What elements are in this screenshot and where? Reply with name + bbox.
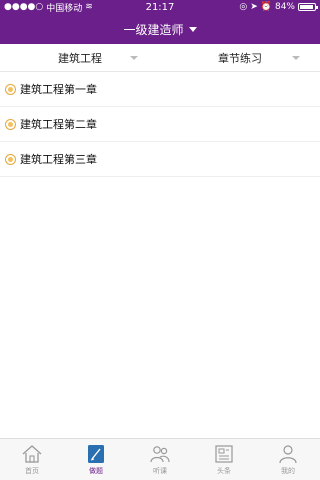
- tab-exercise-label: 做题: [89, 467, 103, 475]
- status-left: ●●●●○ 中国移动 ≋: [4, 1, 93, 14]
- chapter-item-2[interactable]: 建筑工程第二章: [0, 107, 320, 142]
- chapter-label: 建筑工程第一章: [20, 83, 97, 96]
- location-icon: ➤: [250, 2, 258, 12]
- tab-news[interactable]: 头条: [192, 439, 256, 480]
- mode-filter-caret-icon: [292, 56, 300, 60]
- filter-bar: 建筑工程 章节练习: [0, 44, 320, 72]
- exam-selector[interactable]: 一级建造师: [123, 21, 197, 38]
- mode-filter-label: 章节练习: [218, 51, 262, 65]
- chapter-bullet-icon: [5, 118, 16, 130]
- exercise-icon: [88, 445, 104, 463]
- chapter-bullet-icon: [5, 83, 16, 95]
- tab-bar: 首页 做题 听课 头条 我的: [0, 438, 320, 480]
- tab-lecture-label: 听课: [153, 467, 167, 475]
- wifi-icon: ≋: [85, 2, 93, 12]
- nav-title: 一级建造师: [123, 22, 184, 37]
- tab-profile[interactable]: 我的: [256, 439, 320, 480]
- tab-news-label: 头条: [217, 467, 231, 475]
- home-icon: [22, 445, 42, 463]
- news-icon: [215, 445, 233, 463]
- chapter-item-3[interactable]: 建筑工程第三章: [0, 142, 320, 177]
- chapter-label: 建筑工程第三章: [20, 153, 97, 166]
- chapter-item-1[interactable]: 建筑工程第一章: [0, 72, 320, 107]
- mode-filter[interactable]: 章节练习: [160, 44, 320, 71]
- tab-lecture[interactable]: 听课: [128, 439, 192, 480]
- status-right: ◎ ➤ ⏰ 84%: [239, 2, 318, 12]
- battery-icon: [298, 3, 318, 11]
- signal-icon: ●●●●○: [4, 2, 44, 12]
- tab-home[interactable]: 首页: [0, 439, 64, 480]
- subject-filter[interactable]: 建筑工程: [0, 44, 160, 71]
- carrier-label: 中国移动: [46, 3, 83, 14]
- dropdown-caret-icon: [188, 26, 197, 32]
- tab-exercise[interactable]: 做题: [64, 439, 128, 480]
- subject-filter-caret-icon: [130, 56, 138, 60]
- alarm-icon: ◎: [239, 2, 248, 12]
- chapter-label: 建筑工程第二章: [20, 118, 97, 131]
- subject-filter-label: 建筑工程: [58, 51, 102, 65]
- profile-icon: [279, 445, 297, 464]
- battery-percent: 84%: [274, 2, 295, 12]
- clock-icon: ⏰: [260, 2, 272, 12]
- chapter-bullet-icon: [5, 153, 16, 165]
- tab-profile-label: 我的: [281, 467, 295, 475]
- tab-home-label: 首页: [25, 467, 39, 475]
- lecture-icon: [150, 446, 170, 463]
- status-bar: ●●●●○ 中国移动 ≋ 21:17 ◎ ➤ ⏰ 84%: [0, 0, 320, 14]
- nav-bar: 一级建造师: [0, 14, 320, 44]
- chapter-list: 建筑工程第一章 建筑工程第二章 建筑工程第三章: [0, 72, 320, 177]
